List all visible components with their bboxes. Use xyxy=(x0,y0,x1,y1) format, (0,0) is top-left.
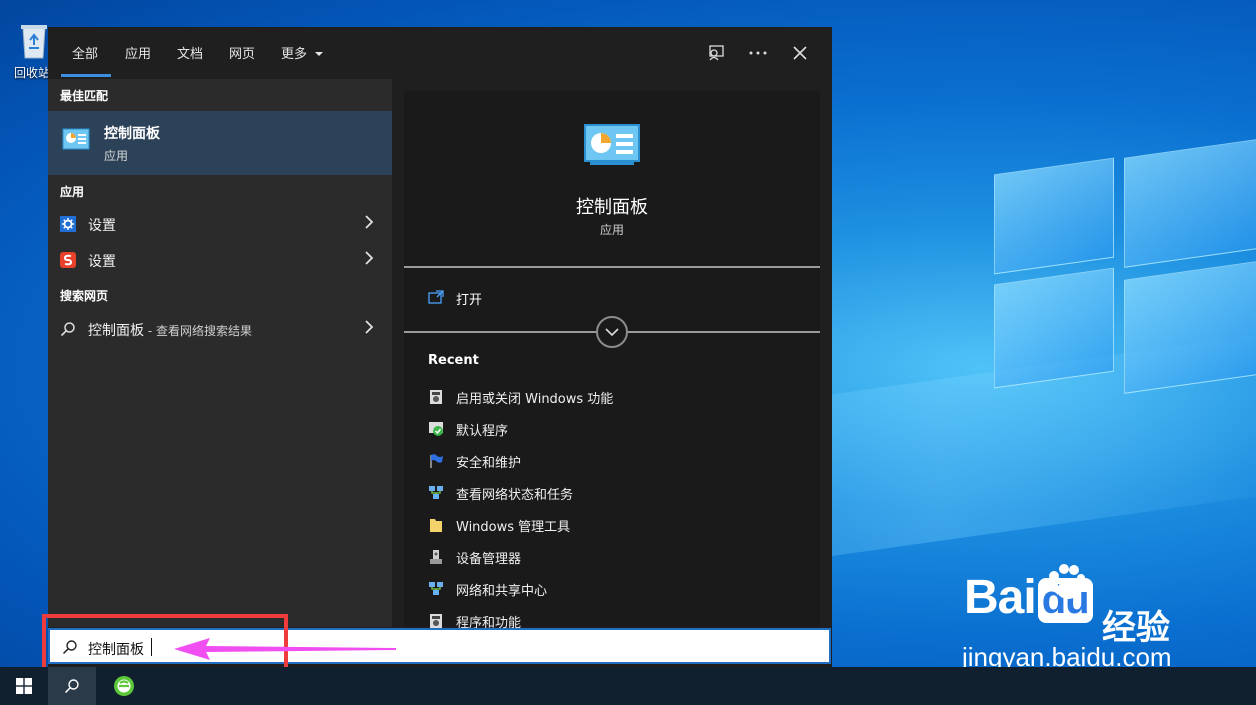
default-programs-icon xyxy=(429,422,443,436)
control-panel-icon xyxy=(584,124,640,165)
sogou-settings-icon xyxy=(60,252,76,268)
best-match-title: 控制面板 xyxy=(104,126,160,142)
feedback-icon xyxy=(709,45,724,61)
app-result-settings[interactable]: 设置 xyxy=(48,207,392,241)
windows-features-icon xyxy=(430,390,442,404)
recent-item[interactable]: 设备管理器 xyxy=(428,547,808,567)
recent-item[interactable]: 默认程序 xyxy=(428,419,808,439)
chevron-right-icon[interactable] xyxy=(364,214,374,230)
taskbar xyxy=(0,667,1256,705)
feedback-button[interactable] xyxy=(704,41,728,65)
recent-item[interactable]: Windows 管理工具 xyxy=(428,515,808,535)
recent-item[interactable]: 启用或关闭 Windows 功能 xyxy=(428,387,808,407)
caret-down-icon xyxy=(315,52,324,56)
ellipsis-icon xyxy=(749,51,767,55)
chevron-right-icon[interactable] xyxy=(364,319,374,335)
more-options-button[interactable] xyxy=(746,41,770,65)
close-button[interactable] xyxy=(788,41,812,65)
windows-search-panel: 全部 应用 文档 网页 更多 最佳匹配 控制面板 应用 应用 设置 设置 搜索网… xyxy=(48,27,832,667)
tab-documents[interactable]: 文档 xyxy=(177,43,203,62)
web-search-header: 搜索网页 xyxy=(60,289,109,303)
search-icon xyxy=(64,679,79,694)
best-match-header: 最佳匹配 xyxy=(60,89,109,103)
search-tabs-bar: 全部 应用 文档 网页 更多 xyxy=(48,27,832,79)
chevron-down-icon xyxy=(605,328,619,336)
chevron-right-icon[interactable] xyxy=(364,250,374,266)
control-panel-icon xyxy=(62,128,90,150)
security-flag-icon xyxy=(430,454,443,468)
recent-item[interactable]: 网络和共享中心 xyxy=(428,579,808,599)
close-icon xyxy=(793,46,807,60)
expand-button[interactable] xyxy=(596,316,628,348)
detail-subtitle: 应用 xyxy=(599,223,624,237)
wallpaper-windows-logo xyxy=(980,120,1256,440)
browser-icon xyxy=(114,676,134,696)
tab-apps[interactable]: 应用 xyxy=(125,43,151,62)
folder-icon xyxy=(430,519,442,532)
app-result-label: 设置 xyxy=(88,254,116,270)
recycle-bin-icon xyxy=(21,25,47,59)
recent-item[interactable]: 安全和维护 xyxy=(428,451,808,471)
baidu-jingyan-watermark: Bai du 经验 jingyan.baidu.com xyxy=(962,564,1252,680)
best-match-item[interactable]: 控制面板 应用 xyxy=(48,111,392,175)
network-icon xyxy=(429,582,443,595)
open-label: 打开 xyxy=(456,293,483,308)
app-result-label: 设置 xyxy=(88,218,116,234)
best-match-subtitle: 应用 xyxy=(104,149,129,163)
gear-icon xyxy=(60,216,76,232)
tab-web[interactable]: 网页 xyxy=(229,43,255,62)
detail-title: 控制面板 xyxy=(576,197,648,218)
tab-more[interactable]: 更多 xyxy=(281,43,324,62)
search-icon xyxy=(60,322,75,337)
app-result-sogou-settings[interactable]: 设置 xyxy=(48,243,392,277)
network-icon xyxy=(429,486,443,499)
taskbar-search-button[interactable] xyxy=(48,667,96,705)
recent-item[interactable]: 查看网络状态和任务 xyxy=(428,483,808,503)
device-manager-icon xyxy=(430,550,442,564)
divider xyxy=(404,266,820,268)
start-button[interactable] xyxy=(0,667,48,705)
recent-header: Recent xyxy=(428,353,479,368)
open-icon xyxy=(428,290,444,304)
apps-header: 应用 xyxy=(60,185,85,199)
tab-all[interactable]: 全部 xyxy=(72,43,98,62)
results-list: 最佳匹配 控制面板 应用 应用 设置 设置 搜索网页 控制面板 - 查看网络搜索… xyxy=(48,79,392,627)
annotation-arrow xyxy=(174,638,396,660)
active-tab-indicator xyxy=(61,74,111,77)
web-search-label: 控制面板 - 查看网络搜索结果 xyxy=(88,323,252,339)
windows-logo-icon xyxy=(16,678,32,694)
taskbar-browser-button[interactable] xyxy=(104,667,144,705)
programs-icon xyxy=(430,614,442,628)
web-search-result[interactable]: 控制面板 - 查看网络搜索结果 xyxy=(48,312,392,346)
result-detail-pane: 控制面板 应用 打开 Recent 启用或关闭 Windows 功能 默认程序 … xyxy=(404,91,820,631)
baidu-paw-icon xyxy=(1046,564,1086,608)
